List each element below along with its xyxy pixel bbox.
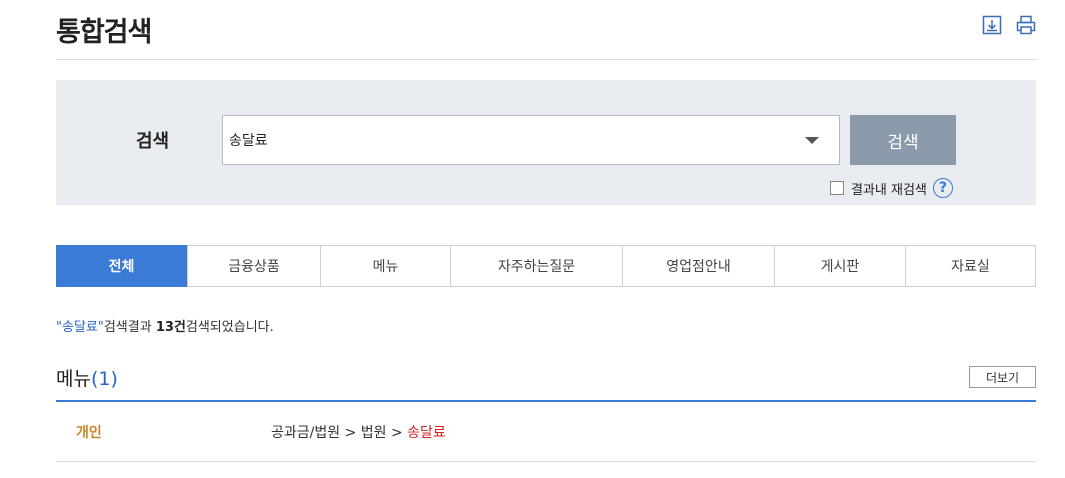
search-box[interactable] xyxy=(222,115,840,165)
list-item: 개인 공과금/법원 > 법원 > 송달료 xyxy=(56,402,1036,462)
search-label: 검색 xyxy=(136,131,170,152)
result-highlight: 송달료 xyxy=(407,425,446,441)
search-button[interactable]: 검색 xyxy=(850,115,956,165)
summary-keyword: "송달료" xyxy=(56,320,104,335)
page-tools xyxy=(982,15,1036,35)
download-icon[interactable] xyxy=(982,15,1002,35)
research-option: 결과내 재검색 ? xyxy=(830,178,953,198)
summary-count: 13건 xyxy=(155,320,186,335)
tab-all[interactable]: 전체 xyxy=(56,245,187,287)
result-path-link[interactable]: 공과금/법원 > 법원 > 송달료 xyxy=(271,422,446,442)
category-tabs: 전체 금융상품 메뉴 자주하는질문 영업점안내 게시판 자료실 xyxy=(56,245,1036,287)
research-label: 결과내 재검색 xyxy=(851,182,927,198)
research-checkbox[interactable] xyxy=(830,181,844,195)
result-summary: "송달료"검색결과 13건검색되었습니다. xyxy=(56,316,274,335)
more-button[interactable]: 더보기 xyxy=(969,366,1036,388)
search-input[interactable] xyxy=(223,125,783,155)
section-title: 메뉴(1) xyxy=(56,364,118,391)
tab-faq[interactable]: 자주하는질문 xyxy=(450,246,622,286)
tab-branch-info[interactable]: 영업점안내 xyxy=(622,246,774,286)
chevron-down-icon[interactable] xyxy=(805,137,819,144)
print-icon[interactable] xyxy=(1016,15,1036,35)
section-count: (1) xyxy=(90,368,118,390)
result-category: 개인 xyxy=(76,425,102,441)
tab-board[interactable]: 게시판 xyxy=(774,246,905,286)
tab-library[interactable]: 자료실 xyxy=(905,246,1035,286)
tab-financial-products[interactable]: 금융상품 xyxy=(187,246,320,286)
help-icon[interactable]: ? xyxy=(932,178,953,198)
tab-menu[interactable]: 메뉴 xyxy=(320,246,450,286)
summary-text: 검색결과 xyxy=(103,320,156,335)
menu-section-header: 메뉴(1) 더보기 xyxy=(56,364,1036,402)
search-panel: 검색 검색 결과내 재검색 ? xyxy=(56,80,1036,205)
title-divider xyxy=(56,59,1036,60)
summary-text-end: 검색되었습니다. xyxy=(185,320,274,335)
page-title: 통합검색 xyxy=(56,17,152,48)
result-path: 공과금/법원 > 법원 > xyxy=(271,425,408,441)
section-title-label: 메뉴 xyxy=(56,368,91,390)
